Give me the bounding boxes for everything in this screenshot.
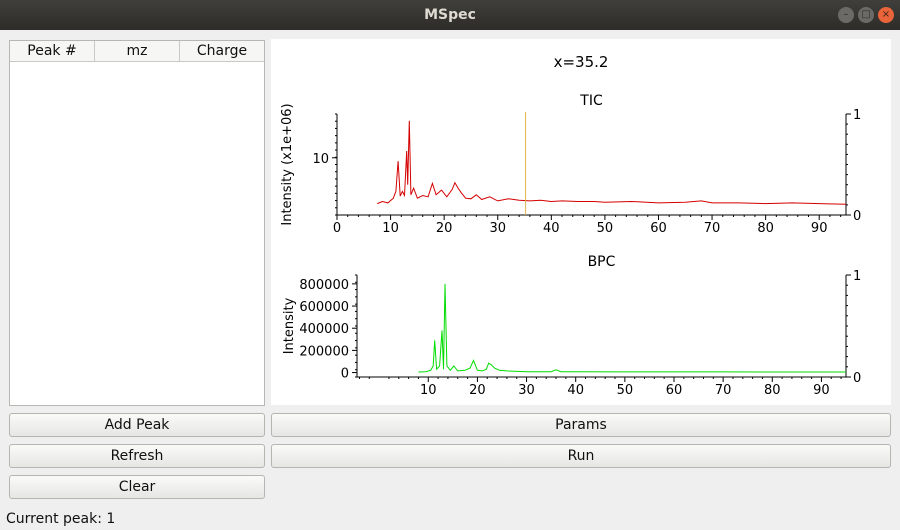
maximize-icon[interactable]: □: [858, 7, 874, 23]
refresh-button[interactable]: Refresh: [9, 444, 265, 468]
run-button[interactable]: Run: [271, 444, 891, 468]
minimize-icon[interactable]: –: [838, 7, 854, 23]
tic-right-tick-label: 0: [853, 209, 861, 224]
bpc-series-line: [418, 283, 846, 373]
bpc-x-tick-label: 70: [715, 383, 732, 398]
params-button[interactable]: Params: [271, 413, 891, 437]
chart-canvas[interactable]: x=35.2 TIC0 10 20 30 40 50 60 70 80 901001Intensi…: [271, 39, 891, 405]
column-header-charge[interactable]: Charge: [180, 41, 264, 61]
tic-x-tick-label: 30: [489, 221, 506, 236]
bpc-x-tick-label: 20: [469, 383, 486, 398]
close-icon[interactable]: ×: [878, 7, 894, 23]
bpc-y-tick-label: 0: [341, 367, 349, 382]
add-peak-button[interactable]: Add Peak: [9, 413, 265, 437]
column-header-mz[interactable]: mz: [95, 41, 180, 61]
cursor-readout: x=35.2: [554, 53, 609, 71]
tic-x-tick-label: 40: [543, 221, 560, 236]
status-current-peak: Current peak: 1: [6, 511, 116, 527]
tic-y-axis-label: Intensity (x1e+06): [280, 103, 295, 225]
bpc-x-tick-label: 90: [813, 383, 830, 398]
tic-x-tick-label: 70: [704, 221, 721, 236]
tic-x-tick-label: 20: [436, 221, 453, 236]
tic-chart-title: TIC: [579, 93, 603, 109]
bpc-x-tick-label: 40: [567, 383, 584, 398]
column-header-peak[interactable]: Peak #: [10, 41, 95, 61]
bpc-x-tick-label: 30: [518, 383, 535, 398]
title-bar: MSpec – □ ×: [0, 0, 900, 30]
tic-x-tick-label: 10: [382, 221, 399, 236]
tic-x-tick-label: 90: [811, 221, 828, 236]
bpc-chart-title: BPC: [588, 254, 616, 270]
clear-button[interactable]: Clear: [9, 475, 265, 499]
tic-x-tick-label: 50: [597, 221, 614, 236]
tic-series-line: [377, 120, 847, 205]
bpc-right-tick-label: 0: [853, 371, 861, 386]
tic-x-tick-label: 0: [333, 221, 341, 236]
bpc-x-tick-label: 50: [617, 383, 634, 398]
bpc-right-tick-label: 1: [853, 269, 861, 284]
tic-x-tick-label: 60: [650, 221, 667, 236]
bpc-y-axis-label: Intensity: [282, 297, 297, 354]
bpc-y-tick-label: 600000: [299, 300, 349, 315]
bpc-y-tick-label: 400000: [299, 322, 349, 337]
bpc-y-tick-label: 200000: [299, 344, 349, 359]
bpc-x-tick-label: 60: [666, 383, 683, 398]
peak-table-header: Peak # mz Charge: [10, 41, 264, 62]
bpc-x-tick-label: 10: [420, 383, 437, 398]
bpc-x-tick-label: 80: [764, 383, 781, 398]
window-title: MSpec: [424, 7, 476, 23]
tic-right-tick-label: 1: [853, 108, 861, 123]
bpc-y-tick-label: 800000: [299, 278, 349, 293]
plot-area[interactable]: x=35.2 TIC 0 10 20 30 40 50 60 70 80 90 10 0 1 Intensi…: [271, 39, 891, 405]
tic-y-tick-label: 10: [312, 152, 329, 167]
peak-table[interactable]: Peak # mz Charge: [9, 40, 265, 406]
tic-x-tick-label: 80: [757, 221, 774, 236]
